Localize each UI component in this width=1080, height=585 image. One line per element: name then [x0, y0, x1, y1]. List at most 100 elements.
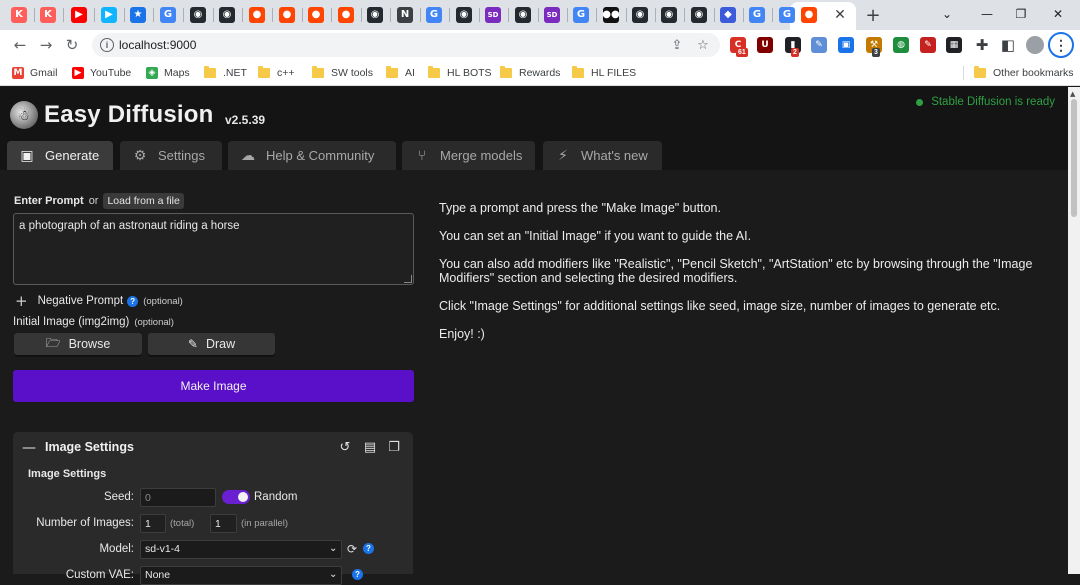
- bookmark-item[interactable]: AI: [386, 65, 415, 81]
- info-paragraph: You can set an "Initial Image" if you wa…: [439, 229, 752, 243]
- browser-tab[interactable]: ◉: [214, 3, 240, 27]
- browser-tab[interactable]: G: [568, 3, 594, 27]
- tab-merge-models[interactable]: ⑂ Merge models: [402, 141, 535, 170]
- vae-select[interactable]: None ⌄: [140, 566, 342, 585]
- close-tab-icon[interactable]: ✕: [830, 5, 850, 25]
- copy-icon[interactable]: ❐: [386, 439, 402, 455]
- browser-tab[interactable]: ▶: [96, 3, 122, 27]
- num-images-total-input[interactable]: [140, 514, 166, 533]
- collapse-icon[interactable]: —: [22, 440, 36, 456]
- back-icon[interactable]: ←: [10, 35, 30, 55]
- clipboard-icon[interactable]: ▤: [362, 439, 378, 455]
- other-bookmarks[interactable]: Other bookmarks: [974, 65, 1074, 81]
- browser-tab[interactable]: G: [155, 3, 181, 27]
- browser-tab[interactable]: ●●: [598, 3, 624, 27]
- github-icon: ◉: [515, 7, 531, 23]
- bookmark-item[interactable]: HL BOTS: [428, 65, 492, 81]
- tab-settings-label: Settings: [158, 148, 205, 163]
- model-help-icon[interactable]: ?: [363, 543, 374, 554]
- tab-generate[interactable]: ▣ Generate: [7, 141, 113, 170]
- browser-tab[interactable]: N: [392, 3, 418, 27]
- browser-tab[interactable]: ●: [333, 3, 359, 27]
- status-text: Stable Diffusion is ready: [931, 96, 1055, 108]
- bookmark-star-icon[interactable]: ☆: [695, 37, 711, 53]
- restore-icon[interactable]: ❐: [1010, 4, 1032, 24]
- browser-tab[interactable]: ▶: [66, 3, 92, 27]
- browser-tab[interactable]: ●: [244, 3, 270, 27]
- bookmark-item[interactable]: .NET: [204, 65, 247, 81]
- browser-tab[interactable]: SD: [539, 3, 565, 27]
- browser-tab[interactable]: ◉: [656, 3, 682, 27]
- forward-icon[interactable]: →: [36, 35, 56, 55]
- load-from-file-button[interactable]: Load from a file: [103, 193, 184, 209]
- address-bar[interactable]: i localhost:9000 ⇪ ☆: [92, 33, 720, 57]
- bookmark-item[interactable]: SW tools: [312, 65, 373, 81]
- new-tab-icon[interactable]: +: [862, 4, 884, 26]
- bookmark-item[interactable]: Rewards: [500, 65, 560, 81]
- model-select[interactable]: sd-v1-4 ⌄: [140, 540, 342, 559]
- browser-tab[interactable]: ◉: [510, 3, 536, 27]
- browser-tab[interactable]: ●: [796, 3, 822, 27]
- bookmark-item[interactable]: HL FILES: [572, 65, 636, 81]
- tab-settings[interactable]: ⚙ Settings: [120, 141, 222, 170]
- browser-tab[interactable]: ◆: [715, 3, 741, 27]
- reload-icon[interactable]: ↻: [62, 35, 82, 55]
- random-seed-toggle[interactable]: [222, 490, 250, 504]
- refresh-models-icon[interactable]: ⟳: [345, 542, 359, 556]
- browse-button[interactable]: 🗁 Browse: [14, 333, 142, 355]
- browser-tab[interactable]: ◉: [627, 3, 653, 27]
- browser-tab[interactable]: G: [421, 3, 447, 27]
- share-icon[interactable]: ⇪: [669, 37, 685, 53]
- draw-button[interactable]: ✎ Draw: [148, 333, 275, 355]
- tab-search-icon[interactable]: ⌄: [936, 4, 958, 24]
- ext-globe-icon[interactable]: ◍: [893, 37, 909, 53]
- help-icon[interactable]: ?: [127, 295, 139, 307]
- site-info-icon[interactable]: i: [100, 38, 114, 52]
- prompt-input[interactable]: a photograph of an astronaut riding a ho…: [13, 213, 414, 285]
- resize-grip-icon[interactable]: [404, 275, 412, 283]
- ublock-icon[interactable]: U: [757, 37, 773, 53]
- num-images-parallel-input[interactable]: [210, 514, 237, 533]
- ext-pen-icon[interactable]: ✎: [811, 37, 827, 53]
- reset-icon[interactable]: ↺: [337, 439, 353, 455]
- browser-tab[interactable]: ◉: [686, 3, 712, 27]
- browser-tab[interactable]: ●: [303, 3, 329, 27]
- browser-tab[interactable]: ●: [274, 3, 300, 27]
- profile-avatar-icon[interactable]: [1026, 36, 1044, 54]
- close-window-icon[interactable]: ✕: [1047, 4, 1069, 24]
- browser-tab[interactable]: K: [35, 3, 61, 27]
- side-panel-icon[interactable]: ◧: [998, 35, 1018, 55]
- make-image-button[interactable]: Make Image: [13, 370, 414, 402]
- bookmark-item[interactable]: c++: [258, 65, 295, 81]
- bookmark-item[interactable]: ▶ YouTube: [72, 65, 131, 81]
- puzzle-icon[interactable]: ✚: [972, 35, 992, 55]
- image-settings-header[interactable]: — Image Settings ↺ ▤ ❐: [13, 432, 413, 462]
- browser-tab[interactable]: ◉: [185, 3, 211, 27]
- tab-help-community[interactable]: ☁ Help & Community: [228, 141, 396, 170]
- scroll-up-icon[interactable]: ▲: [1070, 90, 1075, 98]
- seed-input[interactable]: [140, 488, 216, 507]
- browser-tab[interactable]: ◉: [451, 3, 477, 27]
- browser-tab[interactable]: SD: [480, 3, 506, 27]
- page-scrollbar[interactable]: ▲: [1068, 87, 1080, 574]
- vae-help-icon[interactable]: ?: [352, 569, 363, 580]
- tab-separator: [331, 8, 332, 22]
- bookmark-item[interactable]: M Gmail: [12, 65, 57, 81]
- github-icon: ◉: [691, 7, 707, 23]
- browser-tab[interactable]: K: [6, 3, 32, 27]
- scroll-thumb[interactable]: [1071, 99, 1077, 217]
- browser-tab[interactable]: G: [744, 3, 770, 27]
- ext-save-icon[interactable]: ▣: [838, 37, 854, 53]
- ext-grid-icon[interactable]: ▦: [946, 37, 962, 53]
- random-label: Random: [254, 491, 298, 503]
- address-url[interactable]: localhost:9000: [119, 38, 196, 52]
- ext-pdf-icon[interactable]: ✎: [920, 37, 936, 53]
- bookmark-label: AI: [405, 67, 415, 79]
- negative-prompt-toggle[interactable]: + Negative Prompt ? (optional): [15, 292, 183, 310]
- bookmark-item[interactable]: ◈ Maps: [146, 65, 190, 81]
- tab-whats-new[interactable]: ⚡ What's new: [543, 141, 662, 170]
- minimize-icon[interactable]: —: [976, 4, 998, 24]
- browser-tab[interactable]: ★: [125, 3, 151, 27]
- browser-menu-icon[interactable]: ⋮: [1048, 32, 1074, 58]
- browser-tab[interactable]: ◉: [362, 3, 388, 27]
